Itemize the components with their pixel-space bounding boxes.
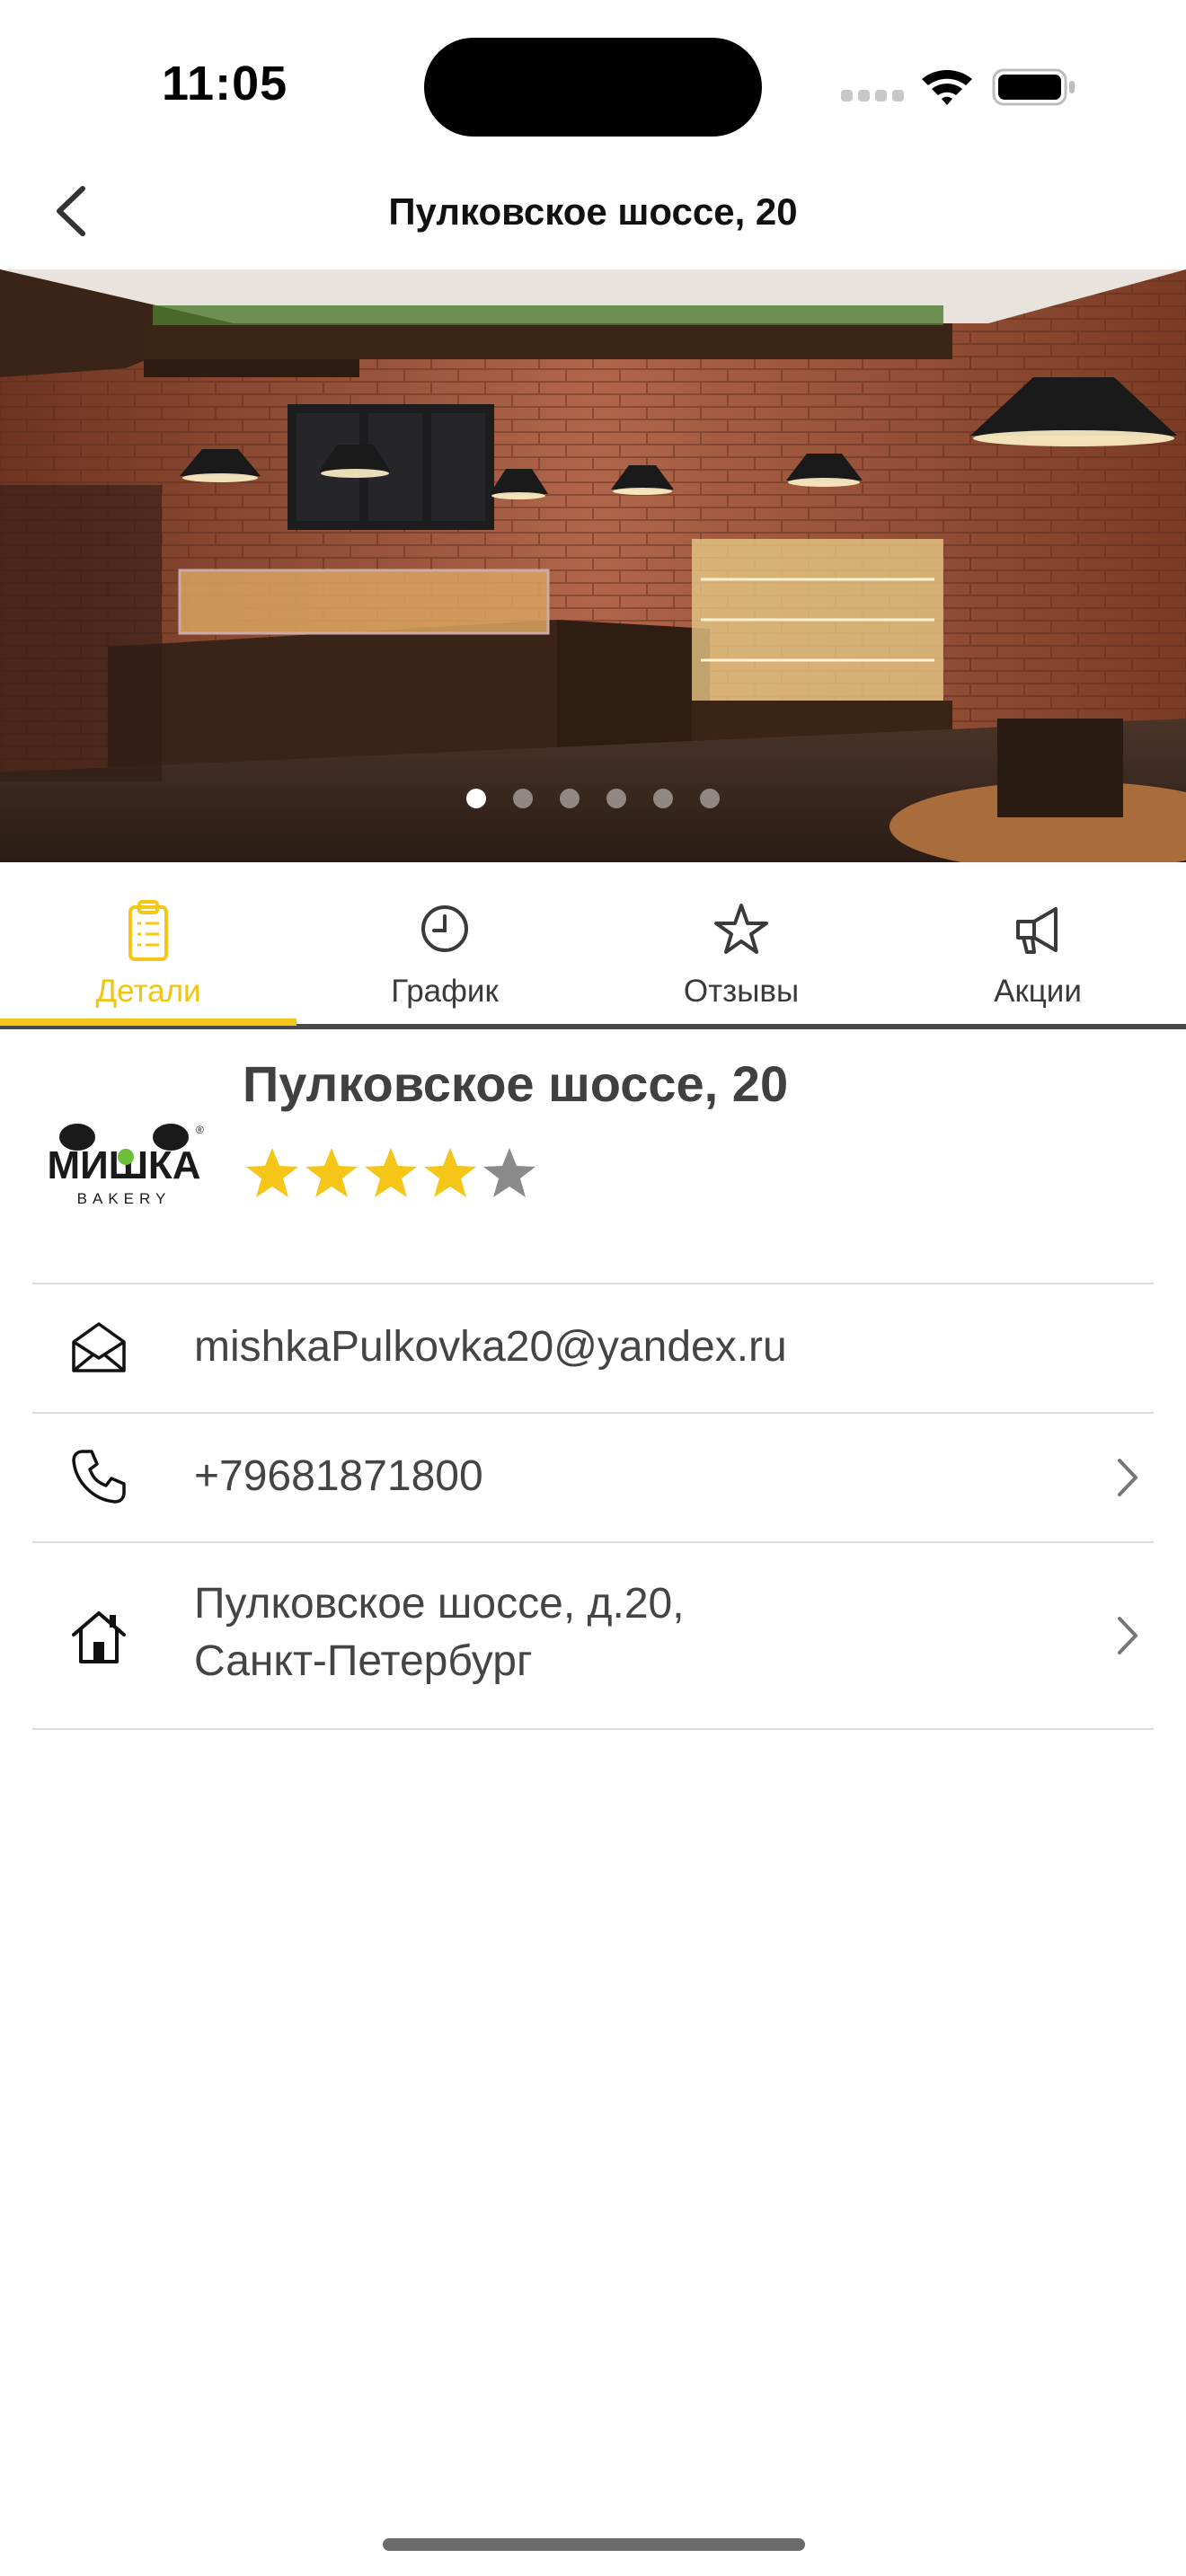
tab-bar: Детали График Отзывы Акции — [0, 862, 1186, 1029]
navigation-bar: Пулковское шоссе, 20 — [0, 153, 1186, 269]
phone-row[interactable]: +79681871800 — [32, 1412, 1154, 1541]
carousel-dot[interactable] — [700, 789, 720, 808]
bakery-logo: МИШКА BAKERY ® — [36, 1107, 212, 1232]
star-empty-icon — [483, 1148, 535, 1197]
star-filled-icon — [246, 1148, 298, 1197]
carousel-page-indicator[interactable] — [0, 789, 1186, 808]
email-row[interactable]: mishkaPulkovka20@yandex.ru — [32, 1283, 1154, 1412]
address-line-1: Пулковское шоссе, д.20, — [194, 1580, 685, 1628]
status-time: 11:05 — [162, 57, 288, 110]
dynamic-island — [424, 38, 762, 137]
address-row[interactable]: Пулковское шоссе, д.20, Санкт-Петербург — [32, 1541, 1154, 1730]
carousel-dot[interactable] — [606, 789, 626, 808]
address-text: Пулковское шоссе, д.20, Санкт-Петербург — [194, 1575, 685, 1690]
star-filled-icon — [424, 1148, 476, 1197]
tab-schedule-label: График — [391, 974, 499, 1009]
tab-promotions[interactable]: Акции — [890, 862, 1186, 1029]
clock-icon — [421, 905, 468, 952]
battery-icon — [992, 68, 1075, 106]
star-filled-icon — [305, 1148, 358, 1197]
photo-carousel[interactable] — [0, 269, 1186, 862]
carousel-dot[interactable] — [466, 789, 486, 808]
email-text: mishkaPulkovka20@yandex.ru — [194, 1323, 787, 1371]
page-title: Пулковское шоссе, 20 — [388, 190, 798, 233]
bakery-photo — [0, 269, 1186, 862]
place-header: МИШКА BAKERY ® Пулковское шоссе, 20 — [0, 1029, 1186, 1283]
tab-reviews-label: Отзывы — [683, 974, 800, 1009]
star-filled-icon — [365, 1148, 417, 1197]
star-outline-icon — [714, 904, 768, 954]
carousel-dot[interactable] — [560, 789, 580, 808]
cellular-signal-icon — [841, 90, 904, 102]
tab-details-label: Детали — [95, 974, 201, 1009]
address-line-2: Санкт-Петербург — [194, 1637, 533, 1685]
wifi-icon — [922, 69, 972, 105]
tab-reviews[interactable]: Отзывы — [593, 862, 890, 1029]
home-icon — [72, 1611, 126, 1663]
place-name: Пулковское шоссе, 20 — [243, 1055, 789, 1112]
phone-text: +79681871800 — [194, 1452, 483, 1500]
active-tab-indicator — [0, 1019, 296, 1026]
home-indicator — [383, 2538, 805, 2551]
contact-list: mishkaPulkovka20@yandex.ru +79681871800 … — [32, 1283, 1154, 1730]
logo-subtext: BAKERY — [77, 1190, 172, 1207]
tab-promotions-label: Акции — [994, 974, 1082, 1009]
chevron-right-icon — [1118, 1459, 1137, 1496]
svg-text:®: ® — [196, 1124, 204, 1136]
chevron-right-icon — [1118, 1617, 1137, 1654]
tab-details[interactable]: Детали — [0, 862, 296, 1029]
tab-schedule[interactable]: График — [296, 862, 593, 1029]
clipboard-icon — [128, 900, 168, 961]
megaphone-icon — [1016, 907, 1058, 954]
carousel-dot[interactable] — [653, 789, 673, 808]
rating-stars — [243, 1144, 539, 1204]
carousel-dot[interactable] — [513, 789, 533, 808]
phone-icon — [72, 1450, 126, 1504]
status-bar: 11:05 — [0, 0, 1186, 153]
envelope-icon — [72, 1322, 126, 1372]
